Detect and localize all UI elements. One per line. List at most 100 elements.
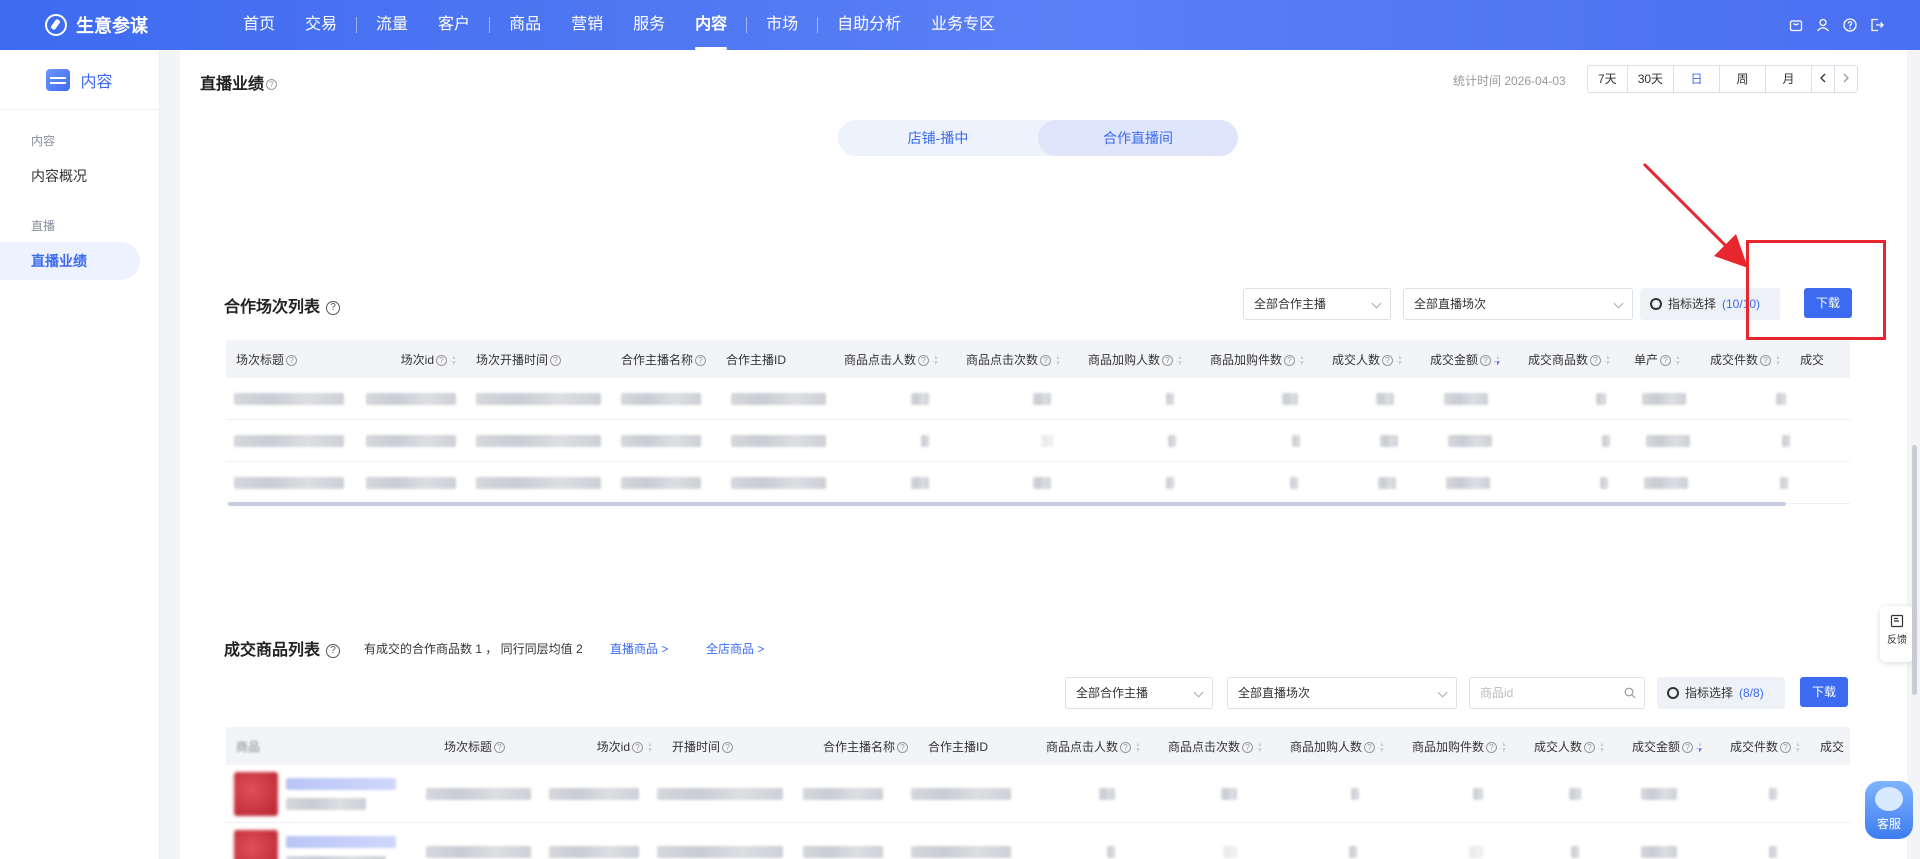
nav-item-traffic[interactable]: 流量 [361, 0, 423, 50]
store-products-link[interactable]: 全店商品 > [706, 640, 764, 657]
product-thumbnail [234, 771, 278, 816]
nav-item-market[interactable]: 市场 [751, 0, 813, 50]
col-start-time[interactable]: 开播时间? [662, 738, 806, 755]
col-cart-users[interactable]: 商品加购人数? [1272, 738, 1394, 755]
product-id-search-input[interactable]: 商品id [1469, 677, 1645, 709]
table-header: 商品 场次标题? 场次id? 开播时间? 合作主播名称? 合作主播ID 商品点击… [226, 727, 1850, 765]
nav-item-self-analysis[interactable]: 自助分析 [822, 0, 916, 50]
feedback-label: 反馈 [1887, 635, 1907, 646]
chevron-down-icon [1437, 687, 1448, 698]
sidebar-item-content-overview[interactable]: 内容概况 [0, 157, 159, 195]
date-btn-30d[interactable]: 30天 [1628, 66, 1675, 92]
live-products-link[interactable]: 直播商品 > [610, 640, 668, 657]
nav-item-trade[interactable]: 交易 [290, 0, 352, 50]
nav-divider [356, 17, 358, 33]
col-deal-more[interactable]: 成交 [1790, 351, 1850, 368]
anchor-filter-select[interactable]: 全部合作主播 [1065, 677, 1213, 709]
help-icon[interactable]: ? [326, 643, 341, 658]
col-anchor-id[interactable]: 合作主播ID [918, 738, 1028, 755]
feedback-button[interactable]: 反馈 [1880, 606, 1914, 662]
top-nav: 生意参谋 首页 交易 流量 客户 商品 营销 服务 内容 市场 自助分析 业务专… [0, 0, 1920, 50]
col-cart-users[interactable]: 商品加购人数? [1070, 351, 1192, 368]
date-btn-7d[interactable]: 7天 [1588, 66, 1628, 92]
annotation-highlight-box [1746, 240, 1886, 340]
stat-time: 统计时间 2026-04-03 [1453, 74, 1566, 88]
customer-service-button[interactable]: 客服 [1865, 781, 1913, 839]
segment-store-live[interactable]: 店铺-播中 [838, 120, 1038, 156]
bag-icon[interactable] [1788, 17, 1804, 33]
table-row[interactable] [226, 378, 1850, 420]
col-session-id[interactable]: 场次id? [366, 351, 466, 368]
anchor-filter-select[interactable]: 全部合作主播 [1243, 288, 1391, 320]
chevron-down-icon [1371, 298, 1382, 309]
col-click-times[interactable]: 商品点击次数? [948, 351, 1070, 368]
col-deal-products[interactable]: 成交商品数? [1510, 351, 1620, 368]
date-next-button[interactable] [1835, 66, 1857, 92]
session-list-title: 合作场次列表? [224, 293, 341, 317]
col-deal-more[interactable]: 成交 [1810, 738, 1850, 755]
col-session-id[interactable]: 场次id? [564, 738, 662, 755]
customer-service-label: 客服 [1876, 817, 1901, 831]
col-click-times[interactable]: 商品点击次数? [1150, 738, 1272, 755]
logout-icon[interactable] [1869, 17, 1885, 33]
date-btn-week[interactable]: 周 [1720, 66, 1767, 92]
col-click-users[interactable]: 商品点击人数? [826, 351, 948, 368]
col-buyers[interactable]: 成交人数? [1314, 351, 1412, 368]
nav-item-service[interactable]: 服务 [618, 0, 680, 50]
col-gmv[interactable]: 成交金额? [1614, 738, 1712, 755]
app-name: 生意参谋 [76, 16, 148, 36]
session-filter-select[interactable]: 全部直播场次 [1227, 677, 1457, 709]
table-row[interactable] [226, 462, 1850, 504]
app-logo[interactable]: 生意参谋 [45, 12, 205, 38]
edit-icon [1890, 614, 1904, 628]
help-icon[interactable]: ? [266, 79, 278, 91]
user-icon[interactable] [1815, 17, 1831, 33]
download-button[interactable]: 下载 [1800, 677, 1848, 707]
date-range-selector: 7天 30天 日 周 月 [1587, 65, 1859, 93]
gear-icon [1667, 687, 1679, 699]
chevron-down-icon [1613, 298, 1624, 309]
help-icon[interactable]: ? [326, 300, 341, 315]
sidebar-item-live-performance[interactable]: 直播业绩 [0, 242, 140, 280]
col-anchor-name[interactable]: 合作主播名称? [606, 351, 716, 368]
col-gmv[interactable]: 成交金额? [1412, 351, 1510, 368]
col-anchor-name[interactable]: 合作主播名称? [806, 738, 918, 755]
col-start-time[interactable]: 场次开播时间? [466, 351, 606, 368]
chevron-left-icon [1820, 73, 1826, 83]
col-anchor-id[interactable]: 合作主播ID [716, 351, 826, 368]
segment-partner-live[interactable]: 合作直播间 [1038, 120, 1238, 156]
date-btn-month[interactable]: 月 [1766, 66, 1813, 92]
date-btn-day[interactable]: 日 [1674, 66, 1721, 92]
col-deal-items[interactable]: 成交件数? [1712, 738, 1810, 755]
deal-list-title: 成交商品列表? [224, 636, 341, 660]
metric-select-button[interactable]: 指标选择 (8/8) [1657, 677, 1785, 709]
sidebar-title: 内容 [80, 73, 113, 91]
nav-item-home[interactable]: 首页 [228, 0, 290, 50]
session-table: 场次标题? 场次id? 场次开播时间? 合作主播名称? 合作主播ID 商品点击人… [226, 340, 1850, 508]
nav-item-content[interactable]: 内容 [680, 0, 742, 50]
col-session-title[interactable]: 场次标题? [434, 738, 564, 755]
col-deal-items[interactable]: 成交件数? [1690, 351, 1790, 368]
table-row[interactable] [226, 420, 1850, 462]
col-cart-items[interactable]: 商品加购件数? [1192, 351, 1314, 368]
help-icon[interactable] [1842, 17, 1858, 33]
col-session-title[interactable]: 场次标题? [226, 351, 366, 368]
session-filter-select[interactable]: 全部直播场次 [1403, 288, 1633, 320]
nav-item-product[interactable]: 商品 [494, 0, 556, 50]
chevron-right-icon [1843, 73, 1849, 83]
nav-icons [1788, 0, 1885, 50]
nav-item-customer[interactable]: 客户 [423, 0, 485, 50]
col-unit-output[interactable]: 单产? [1620, 351, 1690, 368]
col-product[interactable]: 商品 [226, 738, 434, 755]
table-row[interactable] [226, 765, 1850, 823]
page-title: 直播业绩? [200, 70, 278, 94]
col-cart-items[interactable]: 商品加购件数? [1394, 738, 1516, 755]
horizontal-scrollbar[interactable] [228, 502, 1786, 506]
table-row[interactable] [226, 823, 1850, 859]
col-click-users[interactable]: 商品点击人数? [1028, 738, 1150, 755]
col-buyers[interactable]: 成交人数? [1516, 738, 1614, 755]
date-prev-button[interactable] [1812, 66, 1836, 92]
nav-item-business-zone[interactable]: 业务专区 [916, 0, 1010, 50]
page-scrollbar[interactable] [1912, 445, 1917, 695]
nav-item-marketing[interactable]: 营销 [556, 0, 618, 50]
